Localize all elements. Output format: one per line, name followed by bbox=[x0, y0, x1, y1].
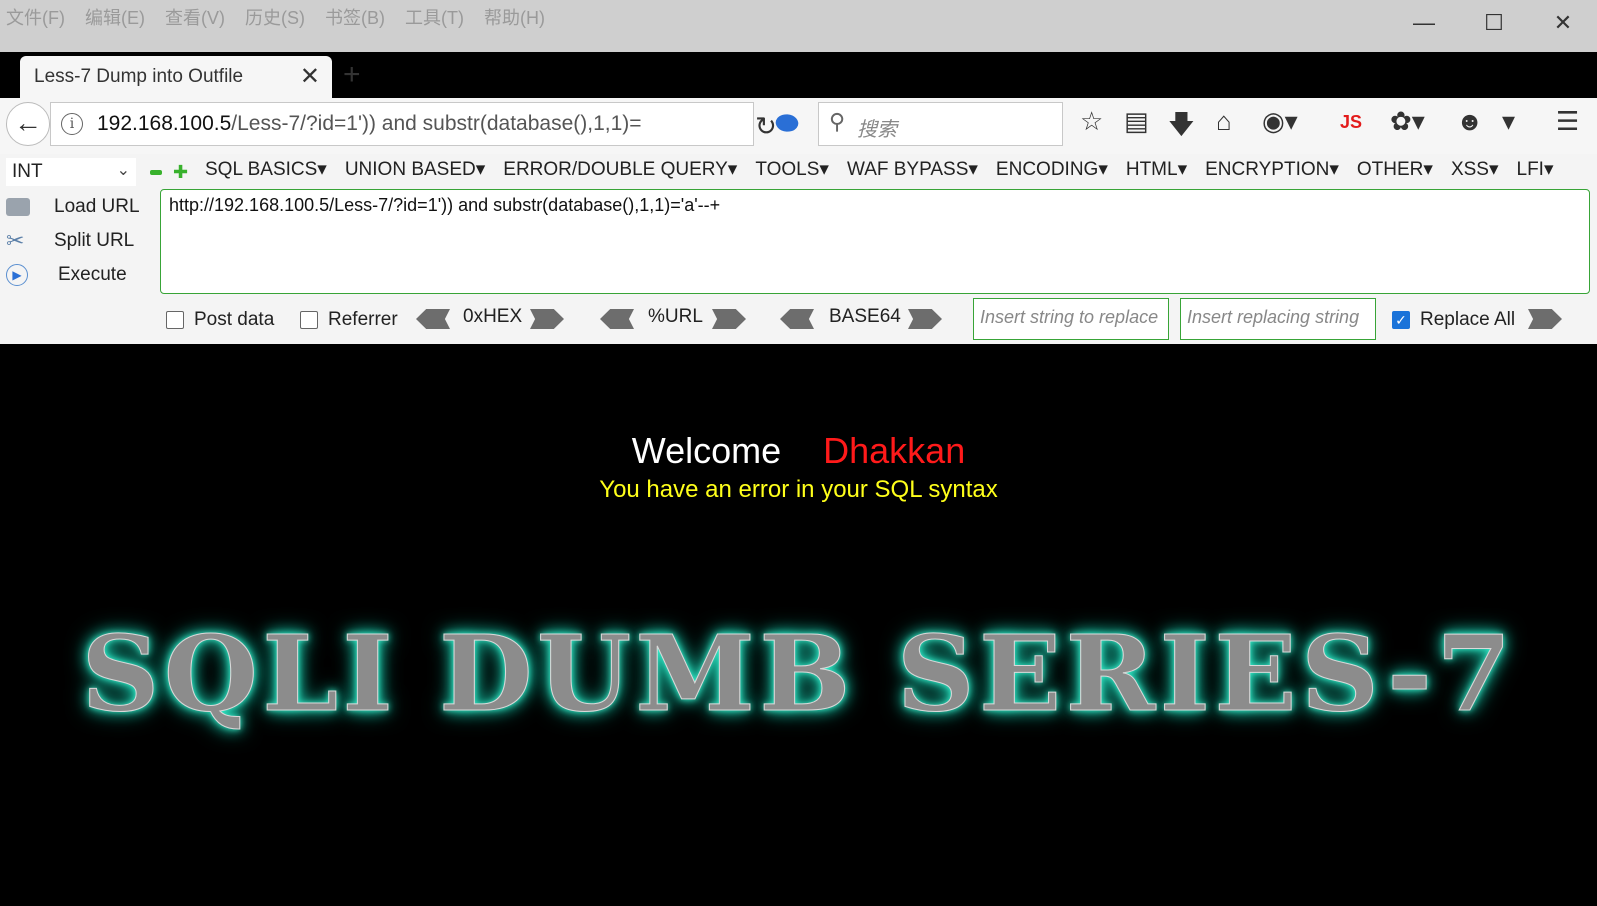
overflow-menu-icon[interactable]: ▾ bbox=[1502, 106, 1515, 137]
menu-help[interactable]: 帮助(H) bbox=[484, 4, 545, 30]
menu-history[interactable]: 历史(S) bbox=[245, 4, 305, 30]
plus-icon[interactable]: ✚ bbox=[173, 162, 188, 183]
user-name: Dhakkan bbox=[823, 430, 966, 471]
back-button[interactable]: ← bbox=[6, 102, 50, 146]
menu-tools[interactable]: 工具(T) bbox=[405, 4, 464, 30]
welcome-line: Welcome Dhakkan bbox=[0, 430, 1597, 472]
search-icon: ⚲ bbox=[829, 109, 846, 134]
referrer-option[interactable]: Referrer bbox=[300, 305, 398, 335]
load-url-label: Load URL bbox=[54, 196, 140, 217]
load-url-button[interactable]: Load URL bbox=[6, 192, 140, 222]
url-path: /Less-7/?id=1')) and substr(database(),1… bbox=[231, 112, 642, 135]
navigation-bar: ← i 192.168.100.5/Less-7/?id=1')) and su… bbox=[0, 98, 1597, 154]
menu-bookmarks[interactable]: 书签(B) bbox=[325, 4, 385, 30]
home-icon[interactable]: ⌂ bbox=[1216, 106, 1232, 137]
menu-html[interactable]: HTML▾ bbox=[1126, 158, 1187, 181]
address-bar[interactable]: i 192.168.100.5/Less-7/?id=1')) and subs… bbox=[50, 102, 777, 146]
referrer-label: Referrer bbox=[328, 309, 398, 330]
menu-other[interactable]: OTHER▾ bbox=[1357, 158, 1433, 181]
extension-icon[interactable]: ✿▾ bbox=[1390, 106, 1425, 137]
base64-decode-arrow-icon[interactable] bbox=[780, 309, 814, 329]
menu-lfi[interactable]: LFI▾ bbox=[1517, 158, 1554, 181]
info-icon[interactable]: i bbox=[61, 113, 83, 135]
maximize-button[interactable]: ☐ bbox=[1474, 10, 1514, 36]
post-data-checkbox[interactable] bbox=[166, 311, 184, 329]
search-placeholder: 搜索 bbox=[857, 119, 897, 141]
reading-list-icon[interactable]: ▤ bbox=[1124, 106, 1149, 137]
tab-active[interactable]: Less-7 Dump into Outfile ✕ bbox=[20, 56, 332, 98]
hackbar-icon[interactable] bbox=[774, 111, 800, 135]
url-decode-arrow-icon[interactable] bbox=[600, 309, 634, 329]
close-window-button[interactable]: ✕ bbox=[1543, 10, 1583, 36]
new-tab-button[interactable]: + bbox=[343, 58, 361, 92]
split-url-button[interactable]: ✂ Split URL bbox=[6, 226, 134, 256]
menu-bar: 文件(F) 编辑(E) 查看(V) 历史(S) 书签(B) 工具(T) 帮助(H… bbox=[6, 4, 565, 30]
urlenc-label: %URL bbox=[648, 306, 703, 327]
search-input[interactable]: ⚲ 搜索 bbox=[818, 102, 1063, 146]
minus-icon[interactable] bbox=[150, 170, 162, 175]
hex-label: 0xHEX bbox=[463, 306, 523, 327]
menu-tools-hb[interactable]: TOOLS▾ bbox=[755, 158, 829, 181]
url-host: 192.168.100.5 bbox=[97, 112, 232, 135]
series-banner: SQLI DUMB SERIES-7 bbox=[81, 612, 1516, 736]
base64-label: BASE64 bbox=[829, 306, 901, 327]
type-select[interactable]: INT ⌄ bbox=[6, 158, 136, 186]
replace-all-label: Replace All bbox=[1420, 309, 1516, 330]
split-url-label: Split URL bbox=[54, 230, 135, 251]
bookmark-star-icon[interactable]: ☆ bbox=[1080, 106, 1103, 137]
welcome-text: Welcome bbox=[631, 430, 782, 471]
menu-view[interactable]: 查看(V) bbox=[165, 4, 225, 30]
post-data-label: Post data bbox=[194, 309, 275, 330]
replace-string-input[interactable]: Insert string to replace bbox=[973, 298, 1169, 340]
base64-encode-arrow-icon[interactable] bbox=[908, 309, 942, 329]
type-select-value: INT bbox=[12, 161, 43, 182]
url-encode-arrow-icon[interactable] bbox=[712, 309, 746, 329]
menu-xss[interactable]: XSS▾ bbox=[1451, 158, 1499, 181]
page-content: Welcome Dhakkan You have an error in your… bbox=[0, 344, 1597, 906]
palette-icon[interactable]: ☻ bbox=[1456, 106, 1483, 137]
hex-encode-arrow-icon[interactable] bbox=[530, 309, 564, 329]
replace-all-checkbox[interactable]: ✓ bbox=[1392, 311, 1410, 329]
menu-encoding[interactable]: ENCODING▾ bbox=[996, 158, 1108, 181]
menu-encryption[interactable]: ENCRYPTION▾ bbox=[1205, 158, 1339, 181]
execute-label: Execute bbox=[58, 264, 127, 285]
post-data-option[interactable]: Post data bbox=[166, 305, 274, 335]
referrer-checkbox[interactable] bbox=[300, 311, 318, 329]
hackbar-url-textarea[interactable]: http://192.168.100.5/Less-7/?id=1')) and… bbox=[160, 189, 1590, 294]
menu-file[interactable]: 文件(F) bbox=[6, 4, 65, 30]
error-message: You have an error in your SQL syntax bbox=[599, 476, 998, 503]
js-icon[interactable]: JS bbox=[1340, 112, 1362, 133]
title-bar: 文件(F) 编辑(E) 查看(V) 历史(S) 书签(B) 工具(T) 帮助(H… bbox=[0, 0, 1597, 98]
menu-waf-bypass[interactable]: WAF BYPASS▾ bbox=[847, 158, 978, 181]
hackbar-menu: SQL BASICS▾ UNION BASED▾ ERROR/DOUBLE QU… bbox=[205, 158, 1572, 181]
chevron-down-icon: ⌄ bbox=[116, 162, 130, 179]
reload-icon[interactable]: ↻ bbox=[755, 111, 777, 142]
scissors-icon: ✂ bbox=[6, 228, 25, 253]
play-icon: ▶ bbox=[6, 264, 28, 286]
menu-sql-basics[interactable]: SQL BASICS▾ bbox=[205, 158, 327, 181]
execute-button[interactable]: ▶ Execute bbox=[6, 260, 127, 290]
tab-close-icon[interactable]: ✕ bbox=[300, 62, 320, 91]
tab-title: Less-7 Dump into Outfile bbox=[34, 66, 244, 87]
menu-edit[interactable]: 编辑(E) bbox=[85, 4, 145, 30]
address-text[interactable]: 192.168.100.5/Less-7/?id=1')) and substr… bbox=[97, 112, 642, 136]
hex-decode-arrow-icon[interactable] bbox=[416, 309, 450, 329]
replacing-string-input[interactable]: Insert replacing string bbox=[1180, 298, 1376, 340]
load-url-icon bbox=[6, 198, 30, 216]
replace-all-option[interactable]: ✓ Replace All bbox=[1392, 305, 1515, 335]
download-icon[interactable]: 🡇 bbox=[1168, 106, 1195, 150]
globe-icon[interactable]: ◉▾ bbox=[1262, 106, 1298, 137]
menu-error-double-query[interactable]: ERROR/DOUBLE QUERY▾ bbox=[503, 158, 737, 181]
hackbar-panel: INT ⌄ ✚ SQL BASICS▾ UNION BASED▾ ERROR/D… bbox=[0, 154, 1597, 344]
menu-union-based[interactable]: UNION BASED▾ bbox=[345, 158, 485, 181]
hamburger-menu-icon[interactable]: ☰ bbox=[1556, 106, 1579, 137]
back-arrow-icon: ← bbox=[14, 107, 42, 138]
replace-arrow-icon[interactable] bbox=[1528, 309, 1562, 329]
minimize-button[interactable]: — bbox=[1404, 10, 1444, 36]
